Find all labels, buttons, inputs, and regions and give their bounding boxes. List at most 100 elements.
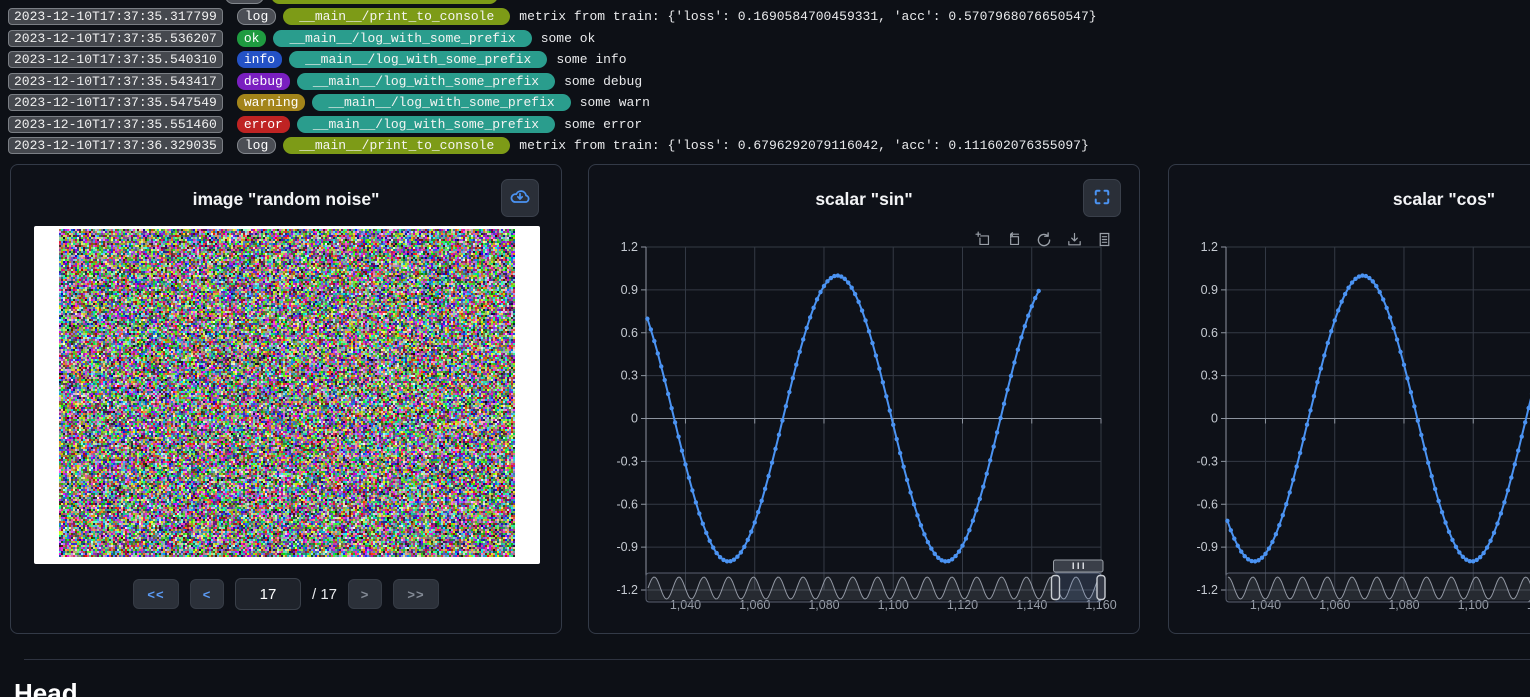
data-point [718,555,722,559]
datazoom-window[interactable] [1056,573,1102,602]
data-point [991,444,995,448]
data-point [787,390,791,394]
data-point [1367,276,1371,280]
data-point [1291,478,1295,482]
data-point [856,300,860,304]
data-point [815,297,819,301]
data-point [860,308,864,312]
data-point [759,499,763,503]
log-timestamp: 2023-12-10T17:37:35.536207 [8,30,223,47]
page-number-input[interactable] [235,578,301,610]
data-point [714,551,718,555]
data-point [1495,521,1499,525]
data-point [874,353,878,357]
y-tick-label: 1.2 [621,240,638,254]
y-tick-label: -0.6 [1196,497,1218,511]
log-row: 2023-12-10T17:37:35.317799log__main__/pr… [8,8,1530,25]
next-page-button[interactable]: > [348,579,382,609]
download-image-button[interactable] [501,179,539,217]
data-point [908,490,912,494]
data-point [1454,545,1458,549]
data-point [1012,360,1016,364]
y-tick-label: 0.9 [1201,283,1218,297]
data-point [1475,558,1479,562]
data-point [995,430,999,434]
log-timestamp: 2023-12-10T17:37:35.540310 [8,51,223,68]
log-console: 2023-12-10T17:37:35.317799log__main__/pr… [0,0,1530,158]
log-level-badge: ok [237,30,267,47]
data-point [645,317,649,321]
data-point [770,460,774,464]
data-point [1333,318,1337,322]
data-point [777,433,781,437]
data-point [1395,337,1399,341]
y-tick-label: -0.9 [616,540,638,554]
data-point [1523,420,1527,424]
datazoom-right-handle[interactable] [1097,576,1105,600]
cos-chart-card: scalar "cos" 1.20.90.60.30-0.3-0.6-0.9-1… [1168,164,1530,634]
data-point [998,416,1002,420]
log-module-badge [271,0,498,4]
data-point [662,378,666,382]
y-tick-label: -0.6 [616,497,638,511]
partial-heading: Head [14,678,78,697]
data-point [1033,296,1037,300]
data-point [818,290,822,294]
data-point [1457,550,1461,554]
log-message: some info [556,52,626,67]
first-page-button[interactable]: << [133,579,179,609]
y-tick-label: 0.6 [1201,326,1218,340]
data-point [846,280,850,284]
data-point [687,476,691,480]
log-module-badge: __main__/print_to_console [283,8,510,25]
data-point [1270,540,1274,544]
data-point [1513,462,1517,466]
data-point [825,279,829,283]
last-page-button[interactable]: >> [393,579,439,609]
log-timestamp: 2023-12-10T17:37:35.317799 [8,8,223,25]
data-point [922,532,926,536]
data-point [915,513,919,517]
datazoom-left-handle[interactable] [1052,576,1060,600]
data-point [1026,314,1030,318]
log-timestamp: 2023-12-10T17:37:36.329035 [8,137,223,154]
log-message: some debug [564,74,642,89]
data-point [676,434,680,438]
data-point [1315,380,1319,384]
data-point [756,510,760,514]
y-tick-label: 0.3 [621,369,638,383]
y-tick-label: -1.2 [616,583,638,597]
data-point [1232,536,1236,540]
data-point [1516,448,1520,452]
log-row [8,0,507,4]
log-timestamp: 2023-12-10T17:37:35.551460 [8,116,223,133]
y-tick-label: -1.2 [1196,583,1218,597]
data-point [953,554,957,558]
data-point [1488,539,1492,543]
cos-line-chart[interactable]: 1.20.90.60.30-0.3-0.6-0.9-1.21,0401,0601… [1169,165,1530,635]
data-point [881,380,885,384]
data-point [863,318,867,322]
move-handle-grip-dot [1083,563,1085,570]
data-point [1374,284,1378,288]
data-point [704,531,708,535]
log-row: 2023-12-10T17:37:36.329035log__main__/pr… [8,137,1530,154]
data-point [683,462,687,466]
data-point [1436,499,1440,503]
log-module-badge: __main__/log_with_some_prefix [297,116,555,133]
data-point [978,497,982,501]
data-point [656,351,660,355]
image-pagination: << < / 17 > >> [11,577,561,611]
data-point [694,500,698,504]
data-point [1381,297,1385,301]
data-point [1274,532,1278,536]
prev-page-button[interactable]: < [190,579,224,609]
data-point [926,540,930,544]
data-point [1350,280,1354,284]
image-card: image "random noise" << < / 17 > >> [10,164,562,634]
data-point [933,552,937,556]
data-point [1391,326,1395,330]
sin-line-chart[interactable]: 1.20.90.60.30-0.3-0.6-0.9-1.21,0401,0601… [589,165,1141,635]
data-point [1499,511,1503,515]
y-tick-label: 0.6 [621,326,638,340]
